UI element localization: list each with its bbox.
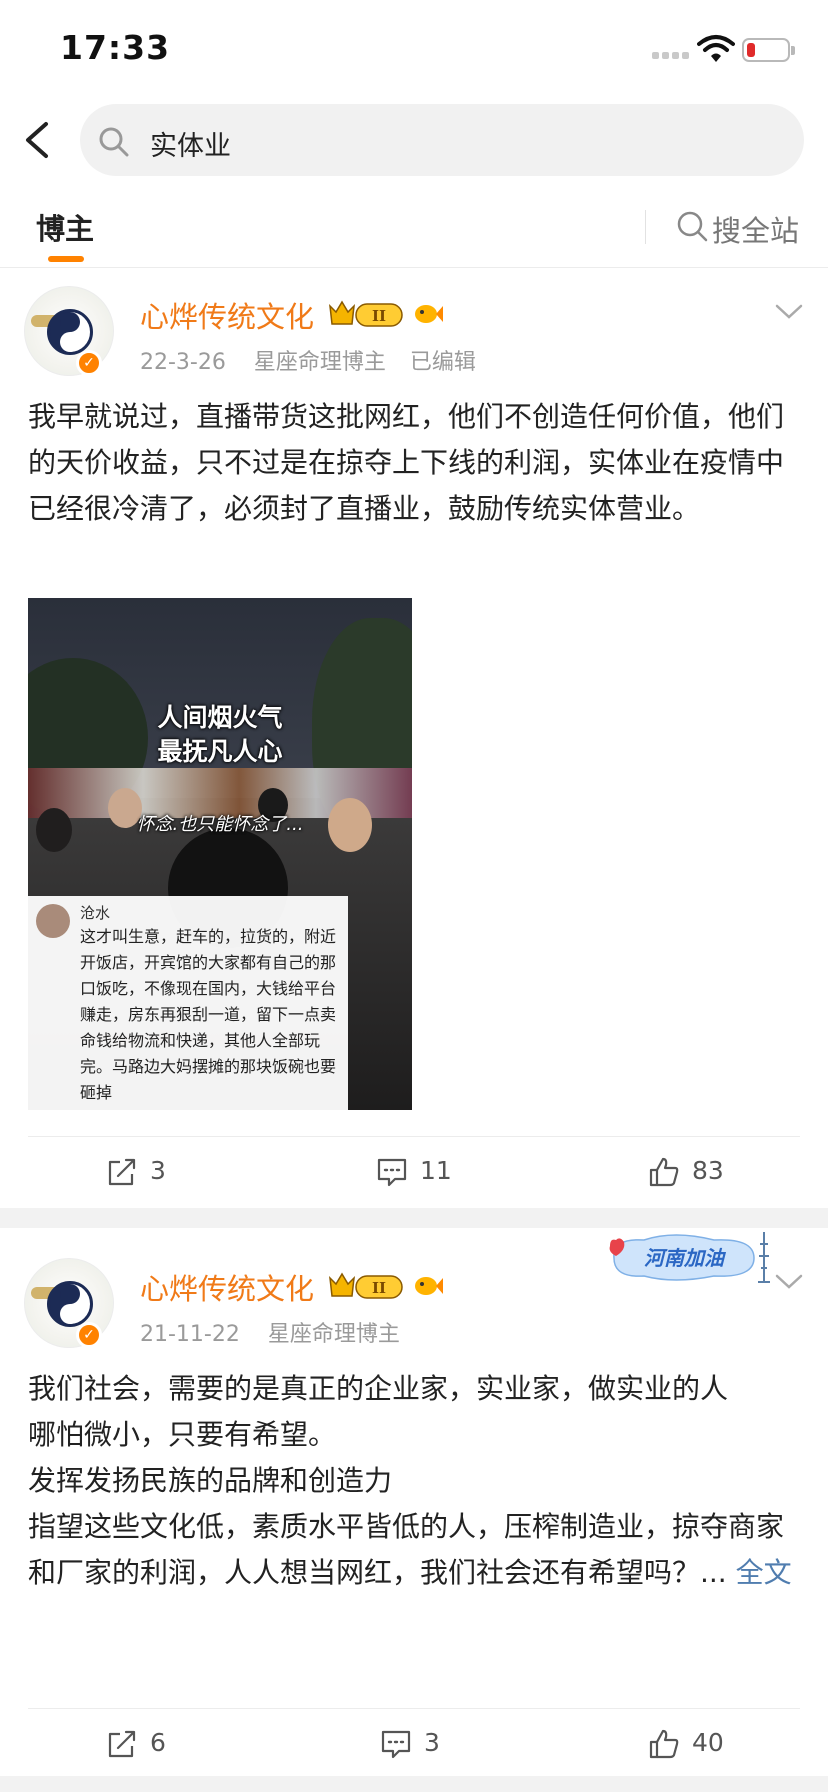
post-meta: 21-11-22 星座命理博主 xyxy=(140,1316,400,1348)
like-count: 83 xyxy=(692,1156,724,1185)
thumbs-up-icon xyxy=(649,1157,679,1187)
cellular-signal-icon xyxy=(652,52,692,60)
image-caption-line1: 人间烟火气 xyxy=(157,703,283,732)
comment-icon xyxy=(377,1158,407,1187)
fish-emoji-icon xyxy=(415,305,443,323)
author-name[interactable]: 心烨传统文化 xyxy=(140,294,314,336)
repost-count: 3 xyxy=(150,1156,166,1185)
comment-avatar xyxy=(36,904,70,938)
post-date: 22-3-26 xyxy=(140,350,226,375)
divider xyxy=(28,1708,800,1709)
like-count: 40 xyxy=(692,1728,724,1757)
vip-level-badge-icon[interactable]: II xyxy=(326,298,410,330)
tab-bloggers[interactable]: 博主 xyxy=(36,206,94,248)
search-header: 实体业 xyxy=(0,100,828,180)
active-tab-indicator xyxy=(48,256,84,262)
post-separator xyxy=(0,1776,828,1792)
repost-count: 6 xyxy=(150,1728,166,1757)
search-icon xyxy=(99,127,129,157)
svg-text:II: II xyxy=(372,1279,386,1297)
svg-text:河南加油: 河南加油 xyxy=(644,1246,727,1270)
divider xyxy=(28,1136,800,1137)
wifi-icon xyxy=(697,35,735,62)
post-text: 我早就说过，直播带货这批网红，他们不创造任何价值，他们的天价收益，只不过是在掠夺… xyxy=(28,394,800,532)
status-time: 17:33 xyxy=(60,28,171,67)
blogger-category: 星座命理博主 xyxy=(267,1322,400,1347)
post-paragraph-last: 指望这些文化低，素质水平皆低的人，压榨制造业，掠夺商家和厂家的利润，人人想当网红… xyxy=(28,1510,792,1589)
search-query-text: 实体业 xyxy=(150,131,231,162)
edited-label: 已编辑 xyxy=(409,350,476,375)
post-action-bar: 3 11 83 xyxy=(0,1138,828,1208)
repost-icon xyxy=(108,1158,136,1186)
status-bar: 17:33 xyxy=(0,0,828,100)
author-name[interactable]: 心烨传统文化 xyxy=(140,1266,314,1308)
comment-count: 3 xyxy=(424,1728,440,1757)
svg-text:II: II xyxy=(372,307,386,325)
battery-icon xyxy=(742,38,795,62)
chevron-down-icon[interactable] xyxy=(774,302,804,322)
post-card[interactable]: ✓ 心烨传统文化 II 21-11-22 星座命理博主 我们社会，需要的是真正的… xyxy=(0,1228,828,1712)
image-caption-small: 怀念.也只能怀念了... xyxy=(136,814,304,835)
post-text: 我们社会，需要的是真正的企业家，实业家，做实业的人 哪怕微小，只要有希望。 发挥… xyxy=(28,1366,800,1596)
blogger-category: 星座命理博主 xyxy=(253,350,386,375)
comment-icon xyxy=(381,1730,411,1759)
search-icon xyxy=(677,211,708,242)
tab-divider xyxy=(645,210,646,244)
post-paragraph: 我们社会，需要的是真正的企业家，实业家，做实业的人 xyxy=(28,1372,729,1405)
thumbs-up-icon xyxy=(649,1729,679,1759)
post-meta: 22-3-26 星座命理博主 已编辑 xyxy=(140,344,476,376)
search-input[interactable]: 实体业 xyxy=(80,104,804,176)
search-all-label: 搜全站 xyxy=(712,214,800,248)
result-tabs: 博主 搜全站 xyxy=(0,190,828,268)
post-separator xyxy=(0,1208,828,1228)
post-action-bar: 6 3 40 xyxy=(0,1710,828,1780)
comment-text: 这才叫生意，赶车的，拉货的，附近开饭店，开宾馆的大家都有自己的那口饭吃，不像现在… xyxy=(80,927,337,1102)
repost-icon xyxy=(108,1730,136,1758)
post-date: 21-11-22 xyxy=(140,1322,240,1347)
post-image[interactable]: 人间烟火气 最抚凡人心 怀念.也只能怀念了... 沧水 这才叫生意，赶车的，拉货… xyxy=(28,598,412,1110)
fish-emoji-icon xyxy=(415,1277,443,1295)
image-caption-line2: 最抚凡人心 xyxy=(157,737,283,766)
verified-badge-icon: ✓ xyxy=(76,1322,102,1348)
post-paragraph: 哪怕微小，只要有希望。 xyxy=(28,1418,337,1451)
henan-jiayou-sticker: 河南加油 xyxy=(609,1232,770,1283)
image-comment-card: 沧水 这才叫生意，赶车的，拉货的，附近开饭店，开宾馆的大家都有自己的那口饭吃，不… xyxy=(28,896,348,1110)
post-paragraph: 发挥发扬民族的品牌和创造力 xyxy=(28,1464,393,1497)
comment-count: 11 xyxy=(420,1156,452,1185)
back-arrow-icon[interactable] xyxy=(20,120,56,160)
verified-badge-icon: ✓ xyxy=(76,350,102,376)
post-paragraph: 我早就说过，直播带货这批网红，他们不创造任何价值，他们的天价收益，只不过是在掠夺… xyxy=(28,400,785,525)
post-card[interactable]: ✓ 心烨传统文化 II 22-3-26 星座命理博主 已编辑 我早就说过，直播带… xyxy=(0,270,828,1200)
full-text-link[interactable]: 全文 xyxy=(736,1556,792,1589)
vip-level-badge-icon[interactable]: II xyxy=(326,1270,410,1302)
comment-author: 沧水 xyxy=(80,904,111,922)
